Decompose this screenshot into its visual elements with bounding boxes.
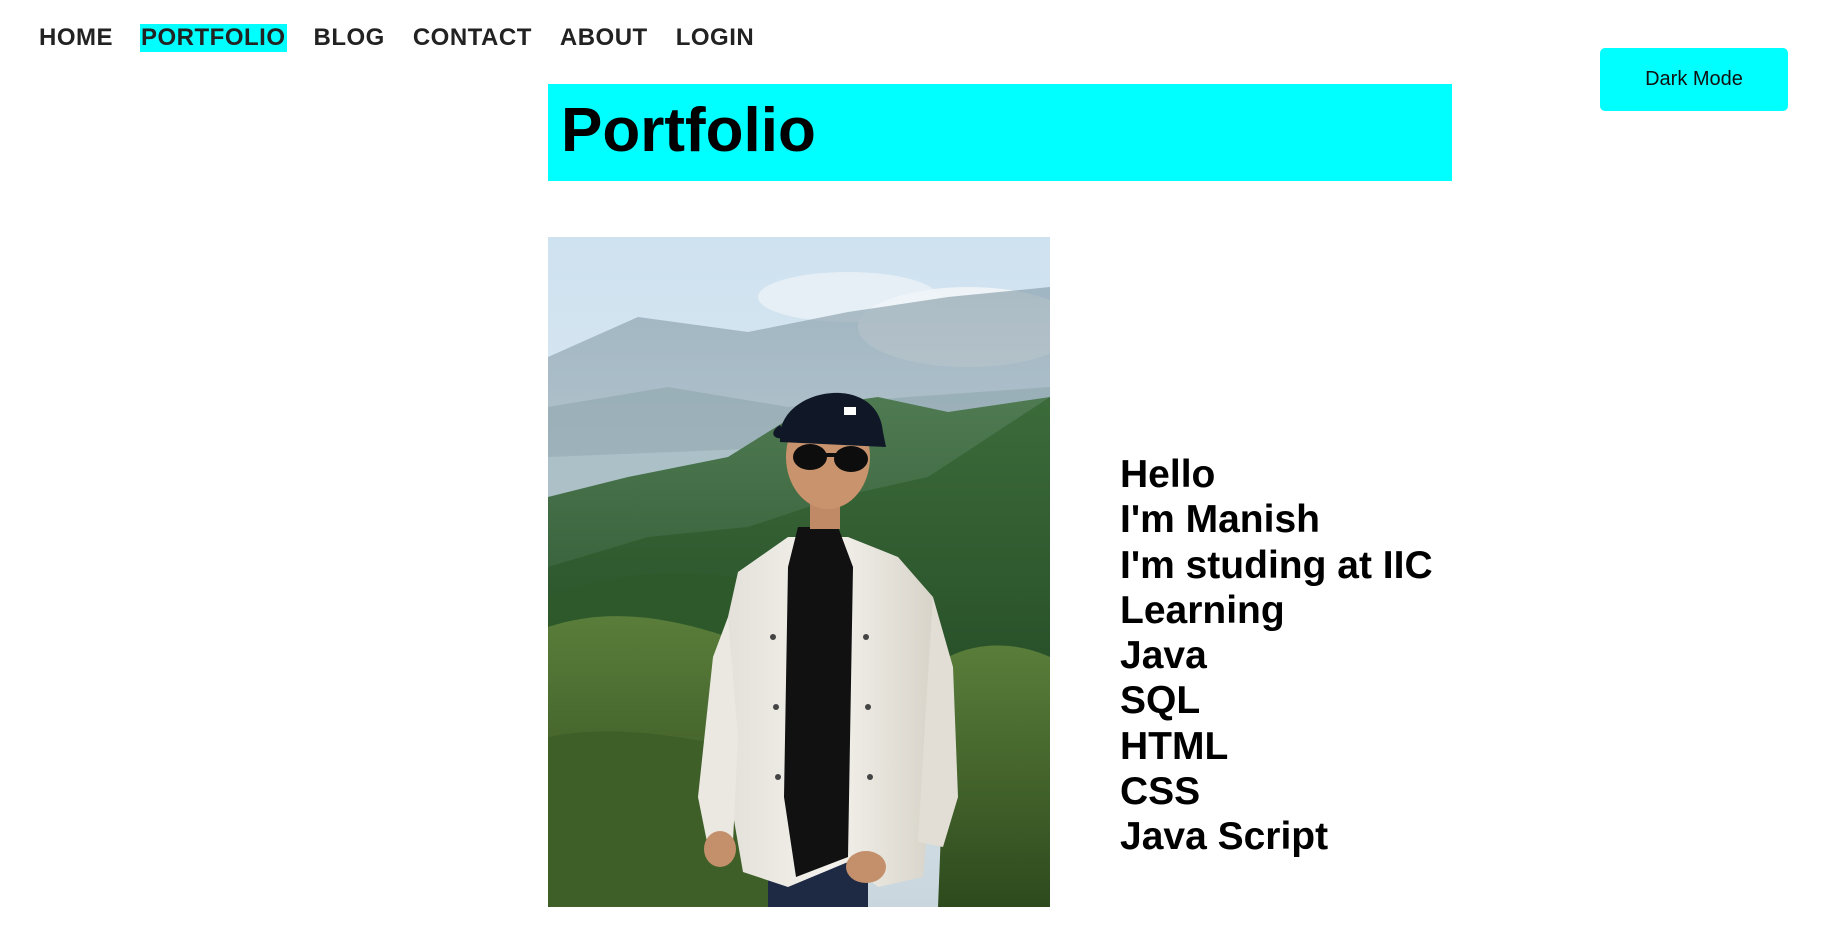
top-navigation: HOME PORTFOLIO BLOG CONTACT ABOUT LOGIN [38, 24, 781, 52]
intro-line-learning: Learning [1120, 588, 1285, 632]
skill-item-java: Java [1120, 634, 1207, 678]
nav-link-portfolio[interactable]: PORTFOLIO [140, 24, 287, 52]
skill-item-javascript: Java Script [1120, 815, 1329, 859]
intro-line-study: I'm studing at IIC [1120, 543, 1433, 587]
skill-item-sql: SQL [1120, 679, 1201, 723]
nav-link-about[interactable]: ABOUT [559, 24, 649, 52]
intro-line-greeting: Hello [1120, 453, 1216, 496]
portfolio-page: HOME PORTFOLIO BLOG CONTACT ABOUT LOGIN … [0, 0, 1821, 932]
page-title: Portfolio [561, 96, 816, 165]
title-banner: Portfolio [548, 84, 1452, 181]
profile-photo [548, 237, 1050, 907]
intro-text: Hello I'm Manish I'm studing at IIC Lear… [1120, 452, 1433, 860]
nav-link-login[interactable]: LOGIN [675, 24, 756, 52]
dark-mode-button[interactable]: Dark Mode [1600, 48, 1788, 111]
intro-line-name: I'm Manish [1120, 498, 1320, 542]
nav-link-contact[interactable]: CONTACT [412, 24, 533, 52]
nav-link-home[interactable]: HOME [38, 24, 114, 52]
skill-item-html: HTML [1120, 724, 1229, 768]
skill-item-css: CSS [1120, 770, 1201, 814]
nav-link-blog[interactable]: BLOG [313, 24, 386, 52]
